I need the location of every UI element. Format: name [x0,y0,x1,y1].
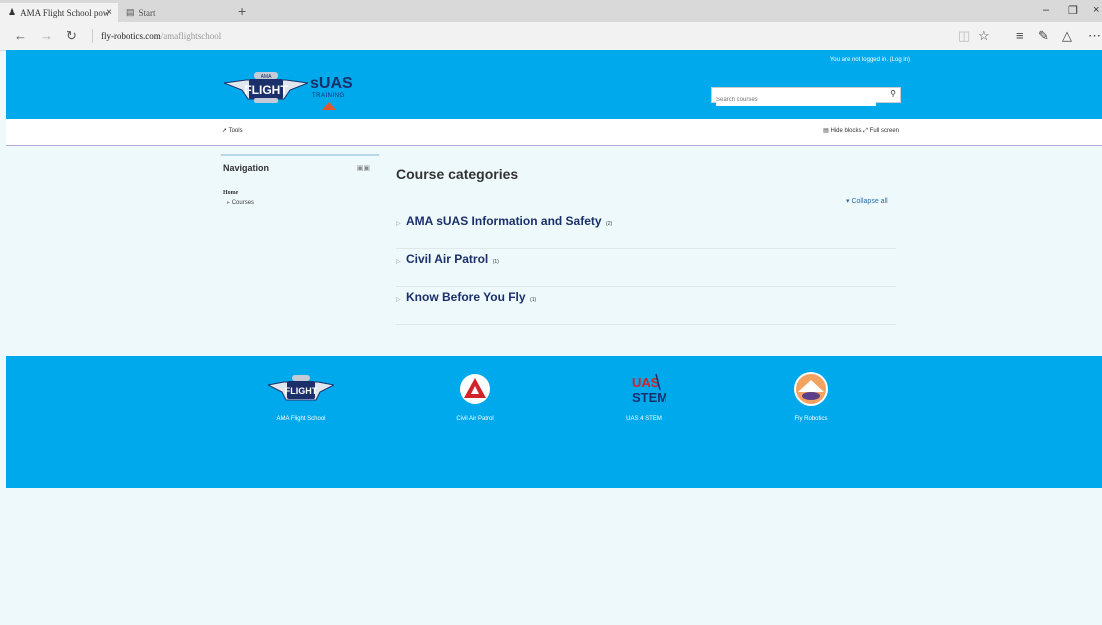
close-tab-icon[interactable]: × [106,7,112,18]
civil-air-patrol-icon[interactable] [460,374,490,404]
address-bar-row: ← → ↻ fly-robotics.com/amaflightschool ◫… [0,22,1102,51]
restore-icon[interactable]: ❐ [1068,4,1078,17]
svg-text:STEM: STEM [632,390,666,405]
expand-icon: ▸ [227,200,231,206]
ama-flight-footer-icon[interactable]: FLIGHT [268,372,334,406]
forward-icon[interactable]: → [40,28,53,43]
tools-label: Tools [228,128,243,134]
full-screen-link[interactable]: Full screen [870,128,899,134]
collapse-all-link[interactable]: ▾ Collapse all [846,197,888,205]
browser-tab-bar: ♟ AMA Flight School pow × ▤ Start + – ❐ … [0,0,1102,22]
block-actions-icon[interactable]: ▣▣ [357,164,370,172]
category-name[interactable]: AMA sUAS Information and Safety [406,214,602,228]
ama-flight-school-logo[interactable]: FLIGHT AMA [224,70,308,104]
url-path: /amaflightschool [160,31,222,41]
expand-icon[interactable]: ▷ [396,258,406,265]
category-name[interactable]: Civil Air Patrol [406,252,488,266]
suas-logo-text: sUAS [310,75,353,92]
nav-courses-item[interactable]: ▸ Courses [227,199,379,206]
svg-text:FLIGHT: FLIGHT [285,386,318,396]
hide-blocks-icon: ▤ [823,128,829,134]
uas-4-stem-icon[interactable]: UAS STEM [622,372,666,408]
expand-icon[interactable]: ▷ [396,220,406,227]
reading-view-icon[interactable]: ◫ [958,28,970,44]
collapse-all-label: Collapse all [851,198,888,205]
wrench-icon: ➚ [222,128,228,134]
web-note-icon[interactable]: ✎ [1038,28,1049,44]
start-page-icon: ▤ [126,7,135,17]
tab-label: Start [138,7,156,18]
navigation-block: Navigation ▣▣ Home ▸ Courses [221,154,379,206]
expand-icon[interactable]: ▷ [396,296,406,303]
refresh-icon[interactable]: ↻ [66,28,77,44]
minimize-icon[interactable]: – [1043,4,1049,16]
favicon-icon: ♟ [8,7,17,17]
category-item[interactable]: ▷ AMA sUAS Information and Safety (2) [396,212,896,249]
share-icon[interactable]: △ [1062,28,1072,44]
search-icon[interactable]: ⚲ [890,89,896,98]
block-controls: ▤ Hide blocks ⤢ Full screen [823,127,899,135]
site-header: You are not logged in. (Log in) FLIGHT A… [6,50,1102,119]
site-navbar: ➚ Tools ▤ Hide blocks ⤢ Full screen [6,119,1102,146]
nav-courses-label: Courses [231,200,255,206]
training-logo-text: TRAINING [312,93,345,99]
close-window-icon[interactable]: × [1093,4,1099,16]
more-icon[interactable]: ⋯ [1088,28,1101,44]
search-input[interactable] [716,94,876,106]
nav-home-link[interactable]: Home [223,190,379,196]
tab-label: AMA Flight School pow [20,7,110,18]
footer-link-fly-robotics[interactable]: Fly Robotics [751,416,871,422]
new-tab-icon[interactable]: + [238,3,246,19]
page-title: Course categories [396,166,519,182]
fly-robotics-icon[interactable] [794,372,828,406]
tools-menu[interactable]: ➚ Tools [222,127,243,134]
login-status[interactable]: You are not logged in. (Log in) [830,57,910,63]
footer-link-cap[interactable]: Civil Air Patrol [415,416,535,422]
url-host: fly-robotics.com [101,31,161,41]
svg-text:AMA: AMA [261,74,273,80]
footer-link-uas4stem[interactable]: UAS 4 STEM [584,416,704,422]
category-count: (1) [530,297,537,303]
url-field[interactable]: fly-robotics.com/amaflightschool [92,29,221,43]
mountain-icon [322,102,336,110]
hub-icon[interactable]: ≡ [1016,28,1024,43]
tab-ama-flight-school[interactable]: ♟ AMA Flight School pow × [0,3,118,22]
site-footer [6,356,1102,488]
svg-text:FLIGHT: FLIGHT [244,83,288,97]
svg-text:UAS: UAS [632,375,660,390]
category-name[interactable]: Know Before You Fly [406,290,526,304]
tab-start[interactable]: ▤ Start [120,3,232,22]
full-screen-icon: ⤢ [863,128,868,134]
search-box: ⚲ [711,87,901,106]
chevron-down-icon: ▾ [846,198,850,205]
footer-link-ama[interactable]: AMA Flight School [241,416,361,422]
navigation-title: Navigation [223,163,270,173]
hide-blocks-link[interactable]: Hide blocks [830,128,861,134]
back-icon[interactable]: ← [14,28,27,43]
category-item[interactable]: ▷ Civil Air Patrol (1) [396,250,896,287]
category-count: (1) [492,259,499,265]
category-item[interactable]: ▷ Know Before You Fly (1) [396,288,896,325]
category-count: (2) [606,221,613,227]
favorite-star-icon[interactable]: ☆ [978,28,990,44]
